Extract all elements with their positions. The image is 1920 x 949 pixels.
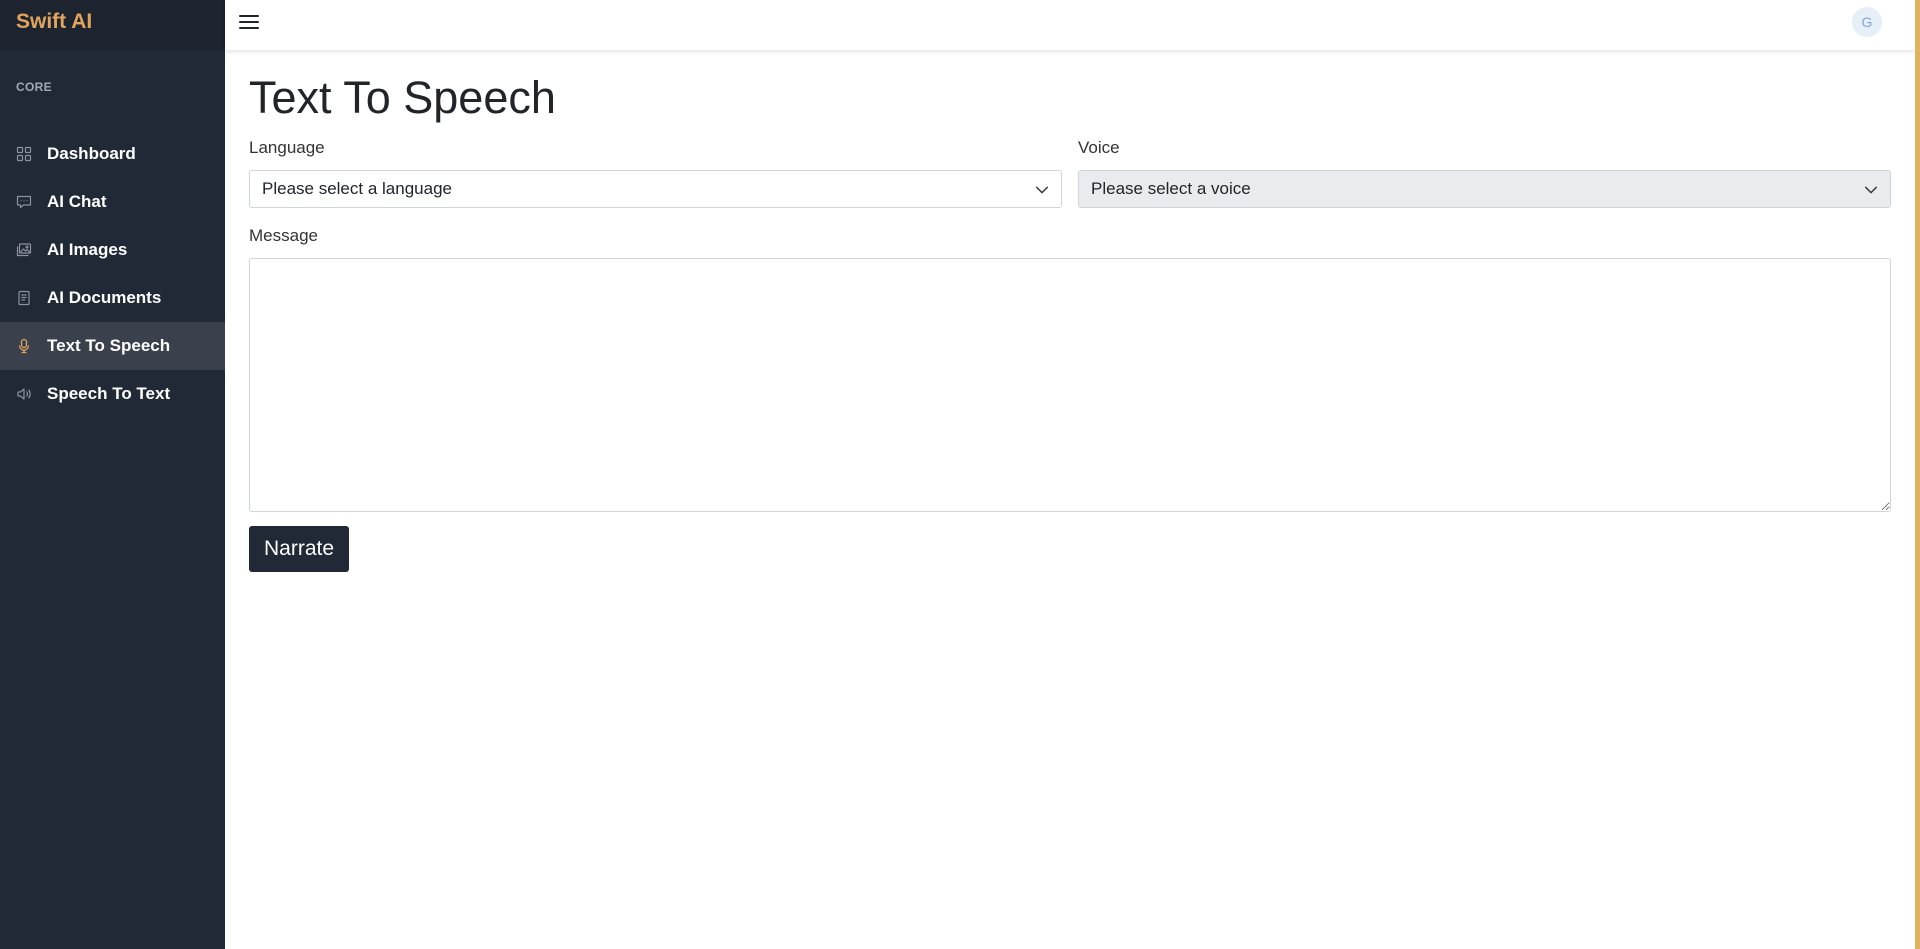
sidebar-item-label: AI Images	[47, 240, 128, 259]
language-label: Language	[249, 138, 325, 157]
voice-group: Voice Please select a voice	[1078, 136, 1891, 208]
voice-select[interactable]: Please select a voice	[1078, 170, 1891, 208]
message-group: Message	[249, 224, 1891, 512]
topbar: G	[225, 0, 1915, 50]
sidebar-item-dashboard[interactable]: Dashboard	[0, 130, 225, 178]
sidebar-item-label: Speech To Text	[47, 384, 171, 403]
sidebar-item-text-to-speech[interactable]: Text To Speech	[0, 322, 225, 370]
chevron-down-icon	[1035, 182, 1049, 196]
images-icon	[16, 242, 32, 258]
speaker-icon	[16, 386, 32, 402]
avatar[interactable]: G	[1852, 7, 1882, 37]
sidebar-section-heading: CORE	[16, 80, 52, 94]
message-label: Message	[249, 226, 318, 245]
app-root: Swift AI CORE Dashboard AI Chat AI Image…	[0, 0, 1920, 949]
language-select[interactable]: Please select a language	[249, 170, 1062, 208]
select-row: Language Please select a language Voice …	[249, 136, 1891, 208]
sidebar-item-speech-to-text[interactable]: Speech To Text	[0, 370, 225, 418]
brand-logo[interactable]: Swift AI	[0, 0, 225, 50]
sidebar-item-ai-chat[interactable]: AI Chat	[0, 178, 225, 226]
accent-edge	[1915, 0, 1920, 949]
voice-label: Voice	[1078, 138, 1120, 157]
main-content: Text To Speech Language Please select a …	[249, 50, 1891, 572]
narrate-button[interactable]: Narrate	[249, 526, 350, 572]
hamburger-icon[interactable]	[237, 10, 261, 34]
chevron-down-icon	[1864, 182, 1878, 196]
sidebar: Swift AI CORE Dashboard AI Chat AI Image…	[0, 0, 225, 949]
grid-icon	[16, 146, 32, 162]
sidebar-item-label: AI Documents	[47, 288, 162, 307]
sidebar-item-label: AI Chat	[47, 192, 107, 211]
language-select-value: Please select a language	[262, 179, 452, 198]
microphone-icon	[16, 338, 32, 354]
chat-icon	[16, 194, 32, 210]
message-textarea[interactable]	[249, 258, 1891, 512]
page-title: Text To Speech	[249, 72, 556, 123]
document-icon	[16, 290, 32, 306]
sidebar-item-label: Dashboard	[47, 144, 136, 163]
language-group: Language Please select a language	[249, 136, 1062, 208]
sidebar-item-ai-documents[interactable]: AI Documents	[0, 274, 225, 322]
voice-select-value: Please select a voice	[1091, 179, 1251, 198]
sidebar-item-label: Text To Speech	[47, 336, 171, 355]
sidebar-item-ai-images[interactable]: AI Images	[0, 226, 225, 274]
